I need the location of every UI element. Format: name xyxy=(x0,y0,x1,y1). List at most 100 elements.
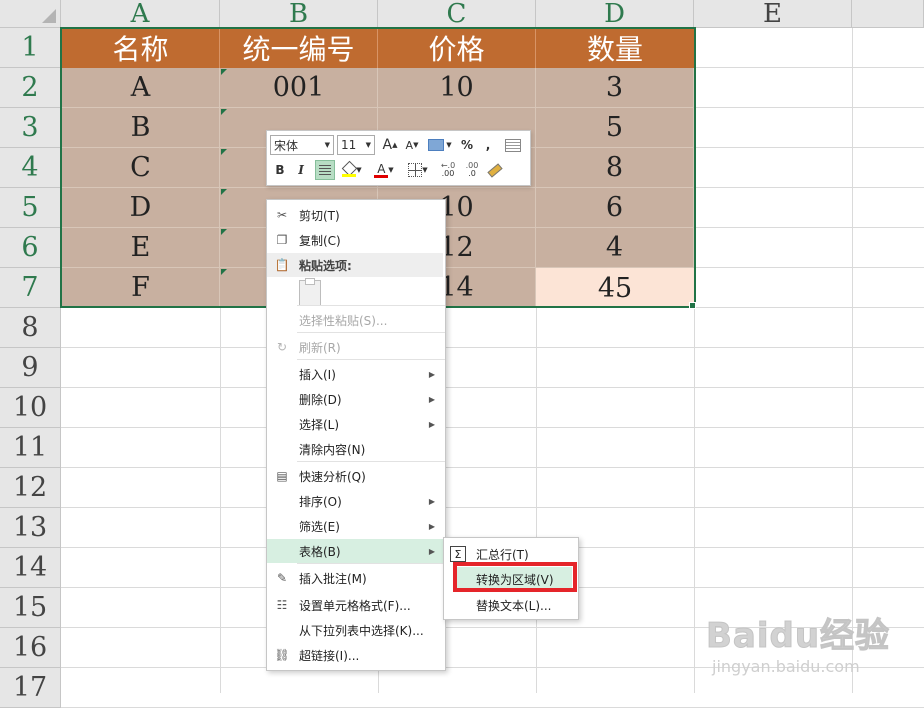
menu-item-table[interactable]: 表格(B) ▶ xyxy=(267,539,443,563)
submenu-item-alt-text[interactable]: 替换文本(L)... xyxy=(444,593,576,617)
callout-highlight-box xyxy=(453,562,577,592)
menu-item-label: 排序(O) xyxy=(299,494,342,509)
menu-item-insert[interactable]: 插入(I) ▶ xyxy=(267,362,443,386)
borders-icon xyxy=(408,163,423,177)
menu-item-quick-analysis[interactable]: ▤ 快速分析(Q) xyxy=(267,464,443,488)
menu-item-pick-from-list[interactable]: 从下拉列表中选择(K)... xyxy=(267,618,443,642)
watermark-brand: Baidu经验 xyxy=(706,616,891,657)
row-header-11[interactable]: 11 xyxy=(0,428,61,468)
font-name-value: 宋体 xyxy=(274,138,299,153)
menu-item-label: 刷新(R) xyxy=(299,340,341,355)
chevron-right-icon: ▶ xyxy=(428,369,435,379)
row-header-16[interactable]: 16 xyxy=(0,628,61,668)
gridline xyxy=(61,387,924,388)
submenu-label: 替换文本(L)... xyxy=(476,598,552,613)
chevron-down-icon: ▼ xyxy=(324,141,330,149)
context-menu: ✂ 剪切(T) ❐ 复制(C) 📋 粘贴选项: 选择性粘贴(S)... ↻ 刷新(R) 插入(I)… xyxy=(266,199,446,671)
mini-toolbar: 宋体 ▼ 11 ▼ A ▲ A ▼ ▼ % , B I ▼ A ▼ ▼ ←.0 … xyxy=(266,130,531,186)
row-header-2[interactable]: 2 xyxy=(0,68,61,108)
comment-icon: ✎ xyxy=(276,571,288,585)
menu-item-sort[interactable]: 排序(O) ▶ xyxy=(267,489,443,513)
menu-item-paste-options: 📋 粘贴选项: xyxy=(267,253,443,277)
menu-item-delete[interactable]: 删除(D) ▶ xyxy=(267,387,443,411)
bold-button[interactable]: B xyxy=(272,160,288,180)
menu-item-label: 清除内容(N) xyxy=(299,442,366,457)
comma-style-button[interactable]: , xyxy=(481,135,495,155)
borders-button[interactable]: ▼ xyxy=(405,160,431,180)
format-painter-table-button[interactable] xyxy=(503,135,523,155)
fill-color-button[interactable]: ▼ xyxy=(339,160,365,180)
menu-item-hyperlink[interactable]: ⛓ 超链接(I)... xyxy=(267,643,443,667)
submenu-label: 汇总行(T) xyxy=(476,547,529,562)
decimal-label: .00 xyxy=(441,169,455,178)
center-align-button[interactable] xyxy=(315,160,335,180)
menu-item-format-cells[interactable]: ☷ 设置单元格格式(F)... xyxy=(267,593,443,617)
menu-item-insert-comment[interactable]: ✎ 插入批注(M) xyxy=(267,566,443,590)
menu-item-select[interactable]: 选择(L) ▶ xyxy=(267,412,443,436)
menu-item-refresh[interactable]: ↻ 刷新(R) xyxy=(267,335,443,359)
format-cells-icon: ☷ xyxy=(276,598,288,612)
hyperlink-icon: ⛓ xyxy=(274,648,290,662)
menu-item-filter[interactable]: 筛选(E) ▶ xyxy=(267,514,443,538)
row-header-4[interactable]: 4 xyxy=(0,148,61,188)
column-header-a[interactable]: A xyxy=(61,0,220,28)
gridline xyxy=(61,507,924,508)
row-header-10[interactable]: 10 xyxy=(0,388,61,428)
font-name-select[interactable]: 宋体 ▼ xyxy=(270,135,334,155)
row-header-13[interactable]: 13 xyxy=(0,508,61,548)
menu-item-label: 剪切(T) xyxy=(299,208,340,223)
paste-icon[interactable] xyxy=(299,278,321,306)
column-header-e[interactable]: E xyxy=(694,0,852,28)
column-header-f[interactable] xyxy=(852,0,924,28)
fill-handle[interactable] xyxy=(689,302,696,309)
menu-item-label: 快速分析(Q) xyxy=(299,469,366,484)
row-header-12[interactable]: 12 xyxy=(0,468,61,508)
row-header-15[interactable]: 15 xyxy=(0,588,61,628)
chevron-right-icon: ▶ xyxy=(428,521,435,531)
menu-item-paste-special[interactable]: 选择性粘贴(S)... xyxy=(267,308,443,332)
menu-item-copy[interactable]: ❐ 复制(C) xyxy=(267,228,443,252)
row-header-17[interactable]: 17 xyxy=(0,668,61,708)
menu-item-label: 粘贴选项: xyxy=(299,258,352,273)
align-center-icon xyxy=(319,165,331,175)
accounting-format-button[interactable]: ▼ xyxy=(427,135,453,155)
decimal-label: .0 xyxy=(468,169,476,178)
row-header-5[interactable]: 5 xyxy=(0,188,61,228)
brush-icon xyxy=(487,162,503,178)
gridline xyxy=(61,467,924,468)
column-header-b[interactable]: B xyxy=(220,0,378,28)
increase-decimal-button[interactable]: ←.0 .00 xyxy=(437,160,459,180)
table-format-icon xyxy=(505,138,521,152)
menu-item-clear-contents[interactable]: 清除内容(N) xyxy=(267,437,443,461)
grow-font-icon: A xyxy=(382,137,393,153)
percent-style-button[interactable]: % xyxy=(459,135,475,155)
font-size-select[interactable]: 11 ▼ xyxy=(337,135,375,155)
paint-bucket-icon xyxy=(342,160,358,177)
shrink-font-button[interactable]: A ▼ xyxy=(403,135,421,155)
paste-icon: 📋 xyxy=(274,258,290,272)
column-header-d[interactable]: D xyxy=(536,0,694,28)
decrease-decimal-button[interactable]: .00 .0 xyxy=(461,160,483,180)
shrink-font-icon: A xyxy=(405,138,414,152)
row-header-7[interactable]: 7 xyxy=(0,268,61,308)
menu-item-label: 插入批注(M) xyxy=(299,571,367,586)
format-painter-button[interactable] xyxy=(485,160,505,180)
menu-item-label: 插入(I) xyxy=(299,367,336,382)
row-header-9[interactable]: 9 xyxy=(0,348,61,388)
grow-font-button[interactable]: A ▲ xyxy=(381,135,399,155)
column-header-c[interactable]: C xyxy=(378,0,536,28)
gridline xyxy=(61,347,924,348)
row-header-1[interactable]: 1 xyxy=(0,28,61,68)
row-header-14[interactable]: 14 xyxy=(0,548,61,588)
row-header-8[interactable]: 8 xyxy=(0,308,61,348)
menu-item-cut[interactable]: ✂ 剪切(T) xyxy=(267,203,443,227)
sum-icon: Σ xyxy=(450,546,466,562)
select-all-corner[interactable] xyxy=(0,0,61,28)
row-header-3[interactable]: 3 xyxy=(0,108,61,148)
italic-button[interactable]: I xyxy=(294,160,308,180)
font-color-button[interactable]: A ▼ xyxy=(371,160,397,180)
copy-icon: ❐ xyxy=(276,233,288,247)
menu-item-label: 表格(B) xyxy=(299,544,341,559)
row-header-6[interactable]: 6 xyxy=(0,228,61,268)
chevron-right-icon: ▶ xyxy=(428,394,435,404)
